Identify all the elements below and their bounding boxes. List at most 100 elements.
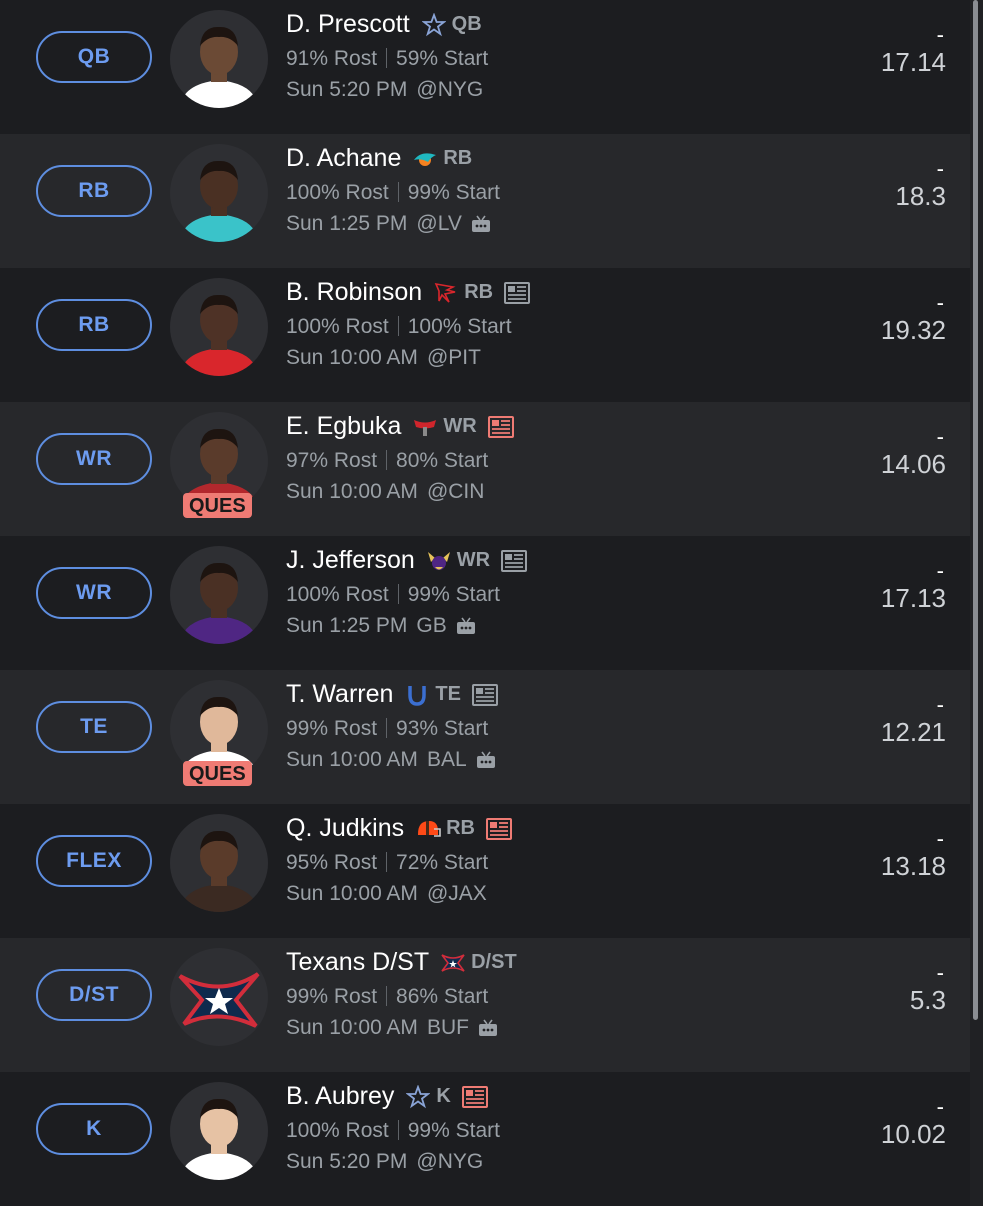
player-name-line: J. Jefferson WR	[286, 546, 528, 575]
news-icon[interactable]	[471, 683, 499, 707]
game-time: Sun 1:25 PM	[286, 614, 408, 637]
divider	[397, 584, 399, 604]
game-time: Sun 5:20 PM	[286, 78, 408, 101]
ownership-stats: 95% Rost 72% Start	[286, 851, 488, 875]
projected-points: 17.14	[880, 47, 946, 77]
injury-status-badge: QUES	[183, 761, 252, 786]
dolphins-icon	[411, 146, 439, 172]
started-percent: 72% Start	[396, 851, 489, 874]
player-row[interactable]: RB B. Robinson RB 100% Rost 100% Start Su…	[0, 268, 970, 402]
ownership-stats: 91% Rost 59% Start	[286, 47, 488, 71]
rostered-percent: 100% Rost	[286, 181, 389, 204]
rostered-percent: 91% Rost	[286, 47, 378, 70]
tv-icon	[478, 1019, 498, 1037]
news-icon[interactable]	[485, 817, 513, 841]
player-name-link[interactable]: B. Aubrey	[286, 1082, 394, 1111]
scrollbar[interactable]	[973, 0, 978, 1020]
player-name-line: B. Aubrey K	[286, 1082, 489, 1111]
actual-points: -	[936, 558, 944, 583]
opponent: GB	[416, 614, 447, 637]
rostered-percent: 95% Rost	[286, 851, 378, 874]
projected-points: 17.13	[880, 583, 946, 613]
player-name-line: Texans D/ST D/ST	[286, 948, 517, 977]
started-percent: 99% Start	[407, 1119, 500, 1142]
player-position: TE	[435, 683, 461, 705]
player-name-link[interactable]: D. Prescott	[286, 10, 410, 39]
divider	[397, 1120, 399, 1140]
player-row[interactable]: D/ST Texans D/ST D/ST 99% Rost 86% Start …	[0, 938, 970, 1072]
player-row[interactable]: RB D. Achane RB 100% Rost 99% Start Sun 1…	[0, 134, 970, 268]
player-name-line: D. Prescott QB	[286, 10, 482, 39]
game-time: Sun 10:00 AM	[286, 346, 418, 369]
rostered-percent: 99% Rost	[286, 717, 378, 740]
game-info: Sun 10:00 AM @PIT	[286, 346, 481, 370]
opponent: @NYG	[416, 1150, 484, 1173]
lineup-slot-button[interactable]: TE	[36, 701, 152, 753]
texans-icon	[439, 950, 467, 976]
player-headshot[interactable]	[170, 948, 268, 1046]
rostered-percent: 100% Rost	[286, 583, 389, 606]
actual-points: -	[936, 1094, 944, 1119]
lineup-slot-button[interactable]: RB	[36, 165, 152, 217]
player-name-link[interactable]: D. Achane	[286, 144, 401, 173]
player-row[interactable]: WR J. Jefferson WR 100% Rost 99% Start Su…	[0, 536, 970, 670]
tv-icon	[456, 617, 476, 635]
news-icon[interactable]	[487, 415, 515, 439]
player-name-line: B. Robinson RB	[286, 278, 531, 307]
player-headshot[interactable]	[170, 278, 268, 376]
projected-points: 10.02	[880, 1119, 946, 1149]
cowboys-star-icon	[404, 1084, 432, 1110]
player-row[interactable]: FLEX Q. Judkins RB 95% Rost 72% Start Sun…	[0, 804, 970, 938]
player-headshot[interactable]	[170, 1082, 268, 1180]
player-headshot[interactable]	[170, 814, 268, 912]
lineup-slot-button[interactable]: K	[36, 1103, 152, 1155]
divider	[397, 316, 399, 336]
player-row[interactable]: QB D. Prescott QB 91% Rost 59% Start Sun …	[0, 0, 970, 134]
actual-points: -	[936, 156, 944, 181]
player-name-line: E. Egbuka WR	[286, 412, 515, 441]
player-position: WR	[443, 415, 477, 437]
lineup-slot-button[interactable]: RB	[36, 299, 152, 351]
player-headshot[interactable]	[170, 144, 268, 242]
player-headshot[interactable]	[170, 10, 268, 108]
news-icon[interactable]	[500, 549, 528, 573]
player-name-link[interactable]: T. Warren	[286, 680, 393, 709]
player-position: D/ST	[471, 951, 517, 973]
player-headshot[interactable]	[170, 546, 268, 644]
cowboys-star-icon	[420, 12, 448, 38]
player-position: K	[436, 1085, 451, 1107]
game-info: Sun 10:00 AM BUF	[286, 1016, 498, 1040]
game-time: Sun 1:25 PM	[286, 212, 408, 235]
started-percent: 99% Start	[407, 181, 500, 204]
rostered-percent: 100% Rost	[286, 1119, 389, 1142]
ownership-stats: 97% Rost 80% Start	[286, 449, 488, 473]
projected-points: 5.3	[909, 985, 946, 1015]
projected-points: 12.21	[880, 717, 946, 747]
game-time: Sun 5:20 PM	[286, 1150, 408, 1173]
ownership-stats: 99% Rost 86% Start	[286, 985, 488, 1009]
opponent: @NYG	[416, 78, 484, 101]
lineup-slot-button[interactable]: WR	[36, 433, 152, 485]
divider	[386, 450, 388, 470]
lineup-slot-button[interactable]: FLEX	[36, 835, 152, 887]
lineup-list: QB D. Prescott QB 91% Rost 59% Start Sun …	[0, 0, 970, 1206]
lineup-slot-button[interactable]: D/ST	[36, 969, 152, 1021]
player-name-link[interactable]: Q. Judkins	[286, 814, 404, 843]
player-row[interactable]: TE QUES T. Warren TE 99% Rost 93% Start S…	[0, 670, 970, 804]
actual-points: -	[936, 22, 944, 47]
player-row[interactable]: WR QUES E. Egbuka WR 97% Rost 80% Start S…	[0, 402, 970, 536]
player-name-link[interactable]: E. Egbuka	[286, 412, 401, 441]
news-icon[interactable]	[461, 1085, 489, 1109]
game-info: Sun 5:20 PM @NYG	[286, 78, 483, 102]
player-row[interactable]: K B. Aubrey K 100% Rost 99% Start Sun 5:2…	[0, 1072, 970, 1206]
divider	[397, 182, 399, 202]
player-name-link[interactable]: Texans D/ST	[286, 948, 429, 977]
lineup-slot-button[interactable]: WR	[36, 567, 152, 619]
game-time: Sun 10:00 AM	[286, 882, 418, 905]
tv-icon	[471, 215, 491, 233]
news-icon[interactable]	[503, 281, 531, 305]
projected-points: 19.32	[880, 315, 946, 345]
player-name-link[interactable]: B. Robinson	[286, 278, 422, 307]
player-name-link[interactable]: J. Jefferson	[286, 546, 415, 575]
lineup-slot-button[interactable]: QB	[36, 31, 152, 83]
